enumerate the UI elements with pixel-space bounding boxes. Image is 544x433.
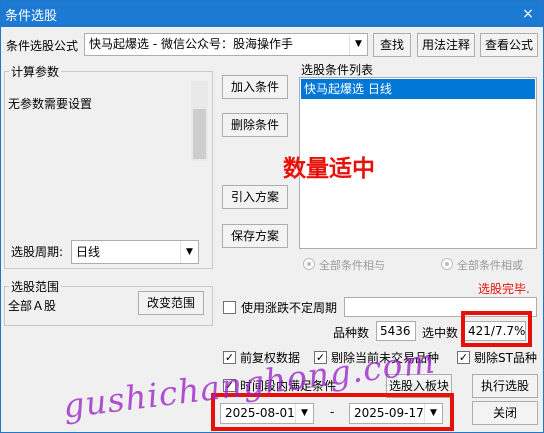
or-radio[interactable] xyxy=(441,258,453,270)
save-plan-button[interactable]: 保存方案 xyxy=(222,224,288,248)
condition-stock-picker-window: 条件选股 × 条件选股公式 快马起爆选 - 微信公众号：股海操作手 ▼ 查找 用… xyxy=(0,0,544,433)
find-button[interactable]: 查找 xyxy=(373,33,411,57)
add-condition-button[interactable]: 加入条件 xyxy=(222,75,288,99)
exclude-st-checkbox[interactable]: ✓ xyxy=(457,351,470,364)
count-label: 品种数 xyxy=(333,326,370,340)
exclude-untraded-label: 剔除当前未交易品种 xyxy=(331,351,440,365)
params-scrollbar[interactable] xyxy=(191,81,208,161)
delete-condition-button[interactable]: 删除条件 xyxy=(222,113,288,137)
and-label: 全部条件相与 xyxy=(319,259,385,272)
selected-label: 选中数 xyxy=(422,326,459,340)
formula-label: 条件选股公式 xyxy=(6,39,79,53)
usage-notes-button[interactable]: 用法注释 xyxy=(417,33,475,57)
formula-value: 快马起爆选 - 微信公众号：股海操作手 xyxy=(89,37,293,51)
scrollbar-thumb[interactable] xyxy=(193,109,206,159)
params-text: 无参数需要设置 xyxy=(8,97,93,111)
formula-select[interactable]: 快马起爆选 - 微信公众号：股海操作手 ▼ xyxy=(84,33,368,56)
params-legend: 计算参数 xyxy=(9,63,62,80)
change-scope-button[interactable]: 改变范围 xyxy=(138,291,204,315)
or-label: 全部条件相或 xyxy=(457,259,523,272)
close-button[interactable]: 关闭 xyxy=(472,401,538,425)
annotation-text: 数量适中 xyxy=(283,156,375,182)
window-title: 条件选股 xyxy=(5,9,58,24)
title-bar: 条件选股 × xyxy=(1,1,543,27)
adjusted-checkbox[interactable]: ✓ xyxy=(223,351,236,364)
status-text: 选股完毕. xyxy=(478,282,530,296)
chevron-down-icon[interactable]: ▼ xyxy=(349,34,367,55)
selected-count-highlight xyxy=(461,311,532,347)
time-range-checkbox[interactable]: ✓ xyxy=(223,379,236,392)
scope-value: 全部Ａ股 xyxy=(8,299,57,313)
period-check-label: 使用涨跌不定周期 xyxy=(241,301,338,315)
exclude-untraded-checkbox[interactable]: ✓ xyxy=(314,351,327,364)
count-value: 5436 xyxy=(376,321,416,341)
execute-button[interactable]: 执行选股 xyxy=(472,374,538,398)
and-radio[interactable] xyxy=(303,258,315,270)
scope-legend: 选股范围 xyxy=(9,278,62,295)
exclude-st-label: 剔除ST品种 xyxy=(474,351,537,365)
import-plan-button[interactable]: 引入方案 xyxy=(222,185,288,209)
condition-list-label: 选股条件列表 xyxy=(301,63,374,77)
adjusted-label: 前复权数据 xyxy=(240,351,301,365)
date-range-highlight xyxy=(211,393,454,431)
period-label: 选股周期: xyxy=(11,245,64,259)
period-select[interactable]: 日线 ▼ xyxy=(71,240,199,264)
list-item[interactable]: 快马起爆选 日线 xyxy=(301,79,535,99)
period-value: 日线 xyxy=(76,245,101,259)
view-formula-button[interactable]: 查看公式 xyxy=(480,33,538,57)
time-range-label: 时间段内满足条件 xyxy=(240,379,337,393)
close-icon[interactable]: × xyxy=(519,5,537,23)
chevron-down-icon[interactable]: ▼ xyxy=(180,241,198,263)
period-checkbox[interactable] xyxy=(223,301,236,314)
